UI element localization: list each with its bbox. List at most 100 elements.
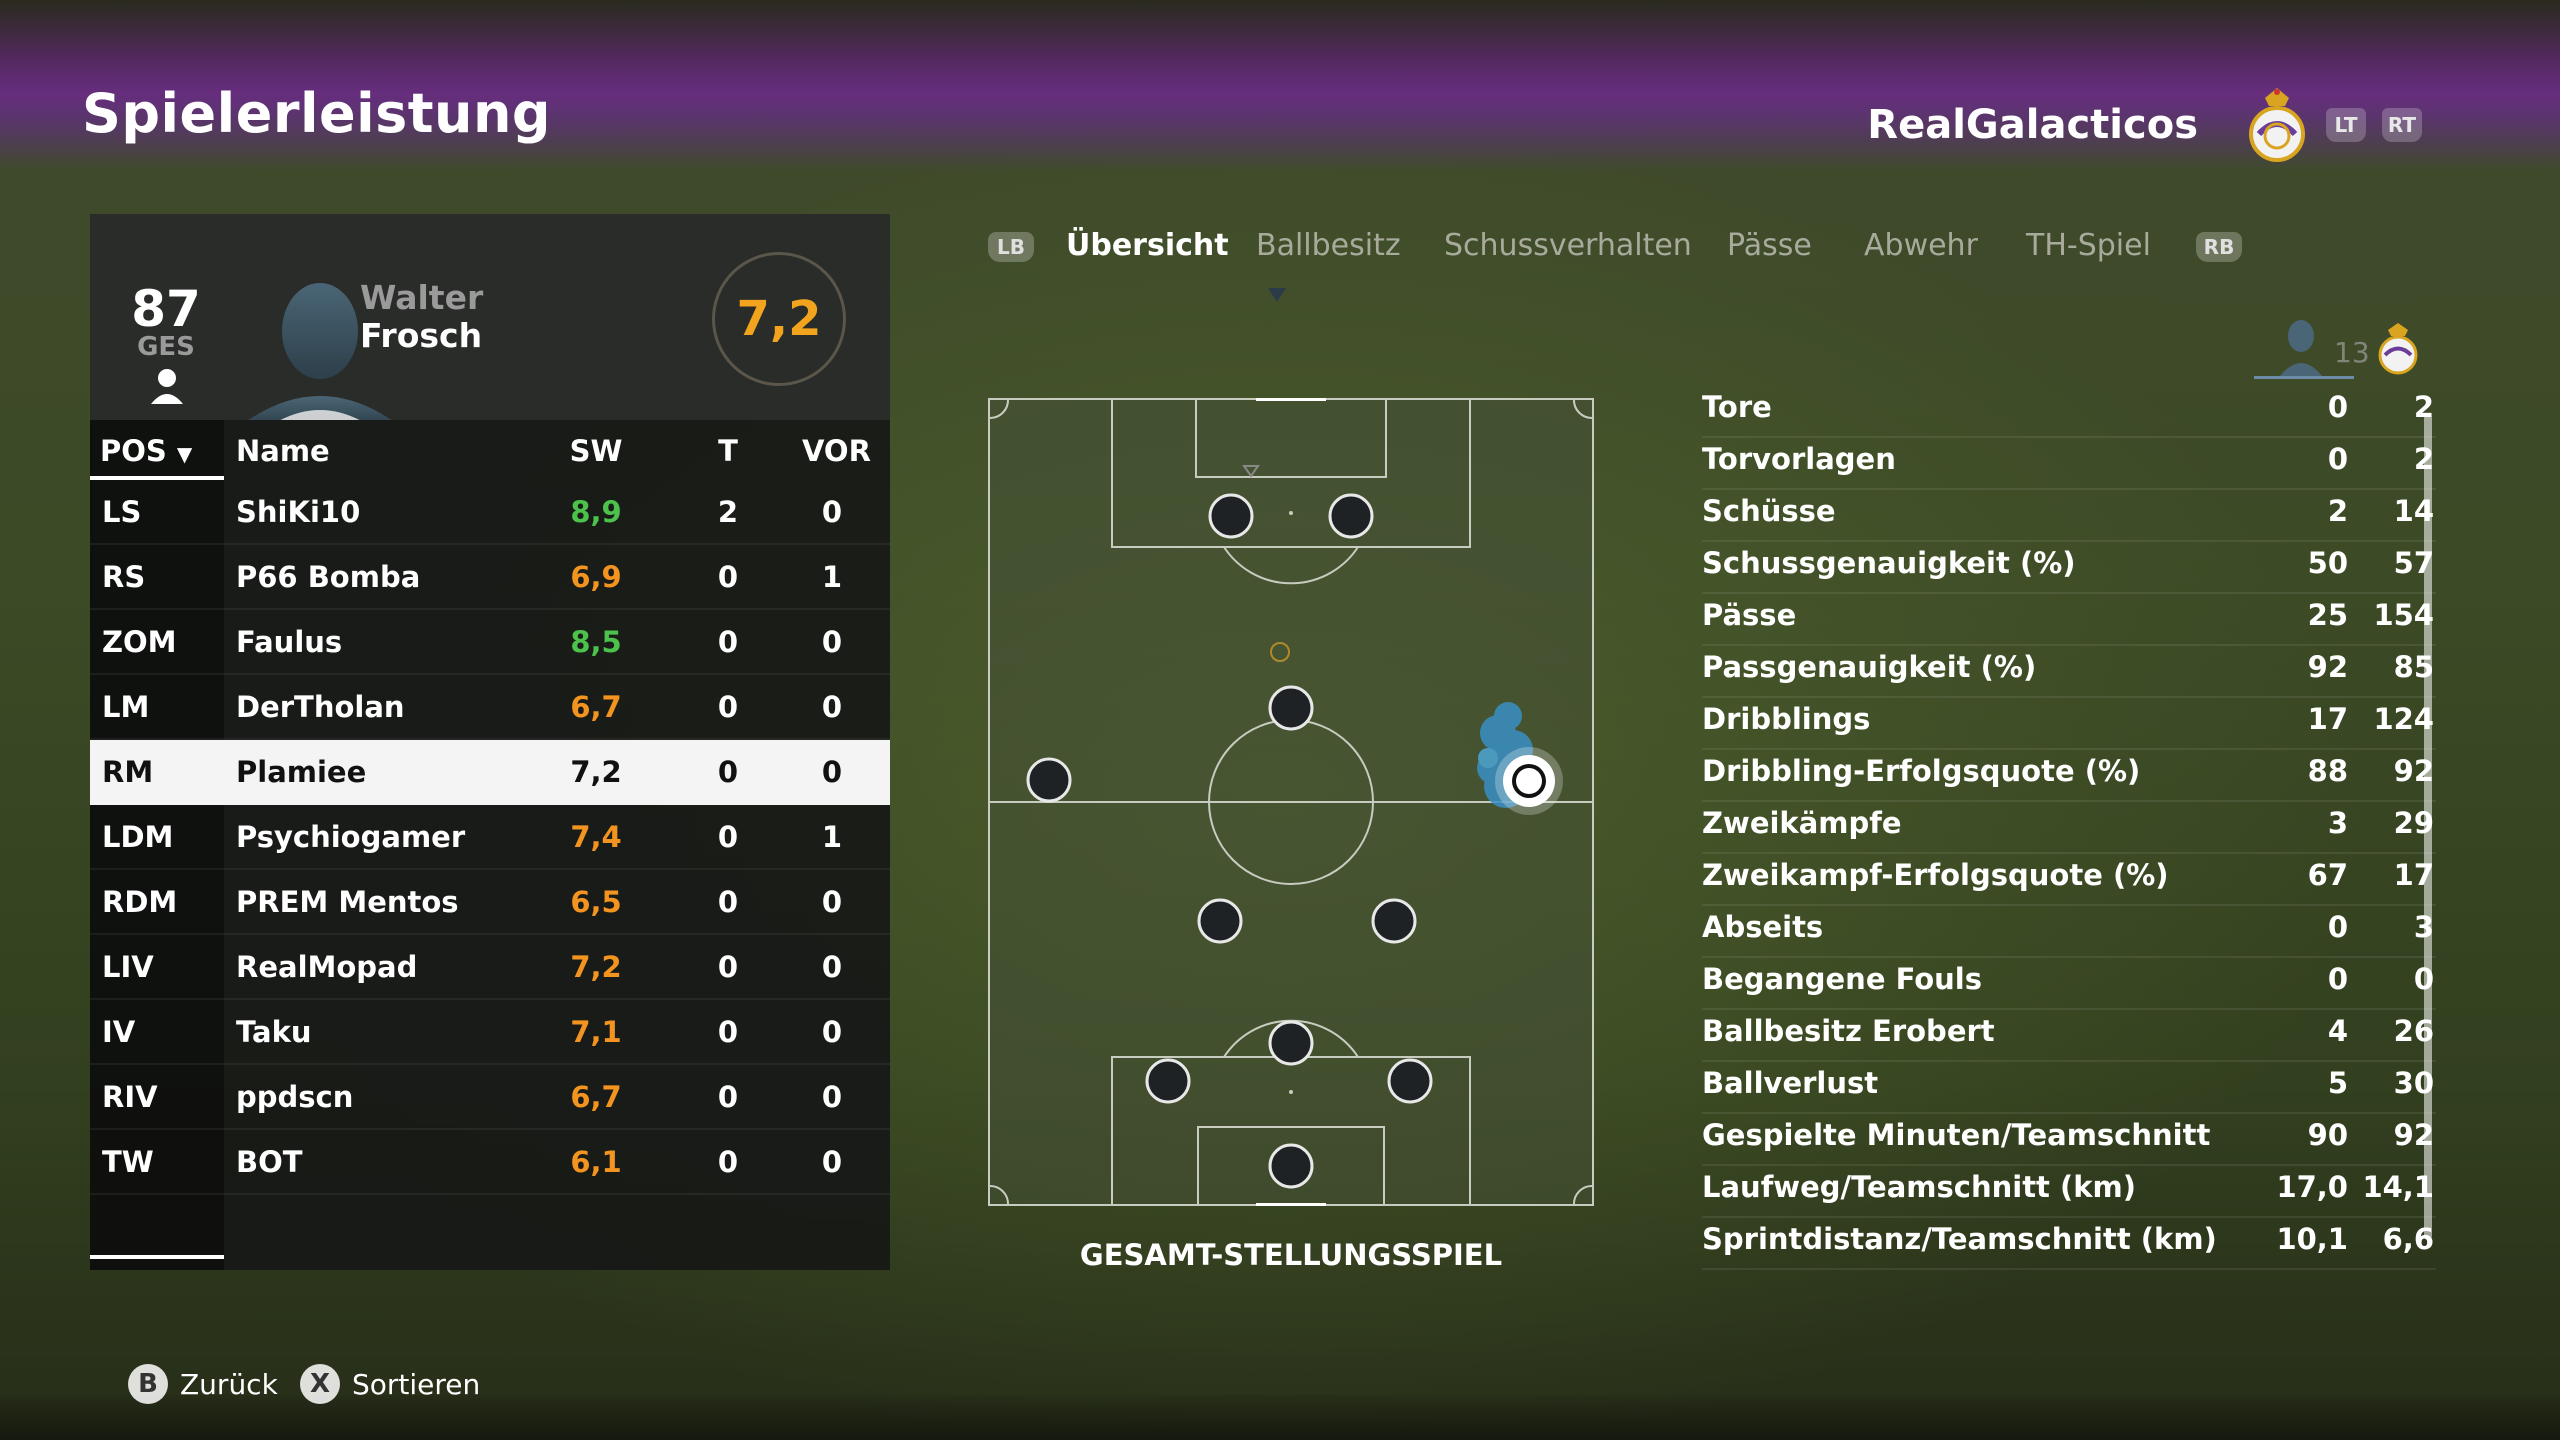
tab-uebersicht[interactable]: Übersicht [1066, 228, 1229, 263]
tab-th-spiel[interactable]: TH-Spiel [2026, 228, 2151, 263]
selected-player-dot [1495, 747, 1563, 815]
row-rating: 7,4 [570, 820, 622, 854]
row-goals: 0 [717, 560, 739, 594]
table-row[interactable]: RM Plamiee 7,2 0 0 [90, 740, 890, 805]
tab-ballbesitz[interactable]: Ballbesitz [1256, 228, 1401, 263]
stat-row: Abseits 03 [1702, 904, 2436, 958]
table-row[interactable]: ZOM Faulus 8,5 0 0 [90, 610, 890, 675]
tab-pointer-icon [1268, 288, 1286, 302]
column-header-name[interactable]: Name [236, 434, 330, 468]
stat-player-value: 3 [2327, 806, 2348, 840]
row-assists: 0 [821, 625, 843, 659]
row-assists: 1 [821, 820, 843, 854]
stat-label: Zweikampf-Erfolgsquote (%) [1702, 858, 2169, 892]
stat-player-value: 0 [2327, 962, 2348, 996]
table-row[interactable]: LM DerTholan 6,7 0 0 [90, 675, 890, 740]
stat-row: Passgenauigkeit (%) 92 85 [1702, 644, 2436, 698]
stat-row: Torvorlagen 02 [1702, 436, 2436, 490]
person-icon [151, 369, 183, 404]
row-goals: 0 [717, 1145, 739, 1179]
column-header-sw[interactable]: SW [546, 434, 646, 468]
player-avatar-icon [2280, 320, 2322, 376]
stat-team-value: 2 [2413, 390, 2434, 424]
row-player-name: DerTholan [236, 690, 405, 724]
row-rating: 8,5 [570, 625, 622, 659]
rb-bumper-icon[interactable]: RB [2196, 232, 2242, 262]
lt-trigger-icon[interactable]: LT [2326, 108, 2366, 142]
row-position: RM [102, 755, 154, 789]
stat-team-value: 6,6 [2382, 1222, 2434, 1256]
stat-player-value: 50 [2307, 546, 2348, 580]
back-hint[interactable]: B Zurück [128, 1364, 278, 1404]
stat-player-value: 0 [2327, 390, 2348, 424]
row-rating: 8,9 [570, 495, 622, 529]
row-player-name: BOT [236, 1145, 303, 1179]
row-player-name: RealMopad [236, 950, 418, 984]
row-position: RDM [102, 885, 178, 919]
stat-team-value: 154 [2373, 598, 2434, 632]
stat-player-value: 25 [2307, 598, 2348, 632]
player-list-panel: 87 GES Walter Frosch 7,2 POS ▼ Name SW T [90, 214, 890, 1270]
stat-row: Ballverlust 5 30 [1702, 1060, 2436, 1114]
stat-team-value: 29 [2393, 806, 2434, 840]
row-position: LS [102, 495, 142, 529]
table-row[interactable]: IV Taku 7,1 0 0 [90, 1000, 890, 1065]
stat-row: Begangene Fouls 00 [1702, 956, 2436, 1010]
stat-label: Passgenauigkeit (%) [1702, 650, 2037, 684]
tab-paesse[interactable]: Pässe [1727, 228, 1812, 263]
row-position: IV [102, 1015, 136, 1049]
stat-label: Ballbesitz Erobert [1702, 1014, 1995, 1048]
team-crest-icon [2249, 88, 2305, 162]
stat-team-value: 57 [2393, 546, 2434, 580]
player-card: 87 GES Walter Frosch 7,2 [90, 214, 890, 420]
row-goals: 0 [717, 820, 739, 854]
table-row[interactable]: RS P66 Bomba 6,9 0 1 [90, 545, 890, 610]
tab-schussverhalten[interactable]: Schussverhalten [1444, 228, 1692, 263]
column-header-t[interactable]: T [698, 434, 758, 468]
row-goals: 0 [717, 1080, 739, 1114]
table-row[interactable]: RIV ppdscn 6,7 0 0 [90, 1065, 890, 1130]
rt-trigger-icon[interactable]: RT [2382, 108, 2422, 142]
stat-label: Torvorlagen [1702, 442, 1896, 476]
pitch-heatmap [988, 398, 1594, 1206]
stat-team-value: 17 [2393, 858, 2434, 892]
stat-label: Zweikämpfe [1702, 806, 1902, 840]
page-title: Spielerleistung [82, 82, 552, 145]
table-row[interactable]: LDM Psychiogamer 7,4 0 1 [90, 805, 890, 870]
stat-label: Sprintdistanz/Teamschnitt (km) [1702, 1222, 2217, 1256]
x-button-icon: X [300, 1364, 340, 1404]
stats-scrollbar[interactable] [2424, 414, 2432, 1240]
table-row[interactable]: LS ShiKi10 8,9 2 0 [90, 480, 890, 545]
row-player-name: ppdscn [236, 1080, 354, 1114]
table-row[interactable]: LIV RealMopad 7,2 0 0 [90, 935, 890, 1000]
stat-player-value: 2 [2327, 494, 2348, 528]
row-position: RS [102, 560, 146, 594]
stat-player-value: 10,1 [2276, 1222, 2348, 1256]
sort-hint[interactable]: X Sortieren [300, 1364, 480, 1404]
column-header-vor[interactable]: VOR [802, 434, 871, 468]
lb-bumper-icon[interactable]: LB [988, 232, 1034, 262]
stat-row: Zweikampf-Erfolgsquote (%) 67 17 [1702, 852, 2436, 906]
stat-label: Tore [1702, 390, 1772, 424]
stat-player-value: 5 [2327, 1066, 2348, 1100]
stat-row: Pässe 25 154 [1702, 592, 2436, 646]
stat-row: Gespielte Minuten/Teamschnitt 90 92 [1702, 1112, 2436, 1166]
column-header-pos[interactable]: POS ▼ [100, 434, 192, 468]
row-position: TW [102, 1145, 154, 1179]
stat-label: Abseits [1702, 910, 1824, 944]
row-player-name: Psychiogamer [236, 820, 466, 854]
stat-row: Schüsse 2 14 [1702, 488, 2436, 542]
stat-team-value: 26 [2393, 1014, 2434, 1048]
stat-label: Gespielte Minuten/Teamschnitt [1702, 1118, 2211, 1152]
row-goals: 0 [717, 1015, 739, 1049]
scroll-indicator [90, 1255, 224, 1259]
row-position: LIV [102, 950, 154, 984]
row-goals: 0 [717, 885, 739, 919]
stat-player-value: 67 [2307, 858, 2348, 892]
row-rating: 6,7 [570, 690, 622, 724]
stat-player-value: 17 [2307, 702, 2348, 736]
tab-abwehr[interactable]: Abwehr [1864, 228, 1978, 263]
row-position: ZOM [102, 625, 177, 659]
table-row[interactable]: TW BOT 6,1 0 0 [90, 1130, 890, 1195]
table-row[interactable]: RDM PREM Mentos 6,5 0 0 [90, 870, 890, 935]
